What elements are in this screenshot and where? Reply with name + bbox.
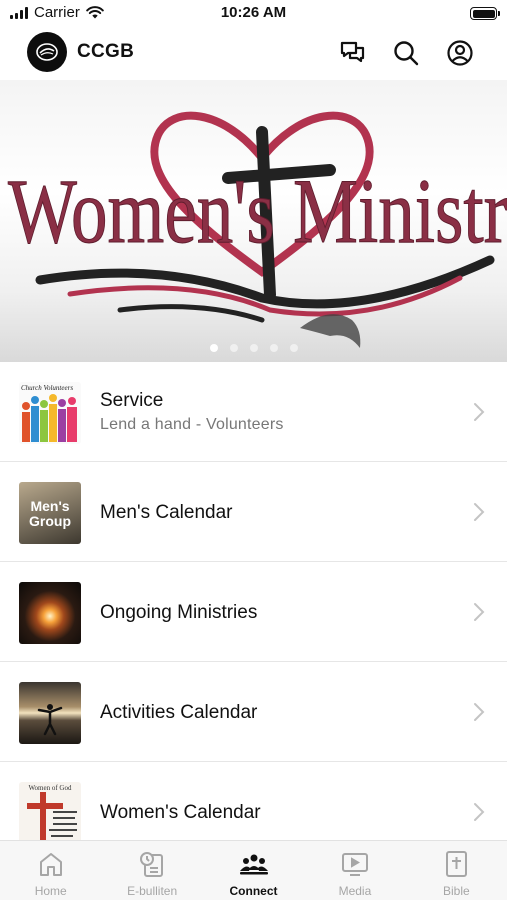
list-item-title: Women's Calendar <box>100 802 261 823</box>
chevron-right-icon <box>474 703 485 721</box>
list-item-subtitle: Lend a hand - Volunteers <box>100 416 284 433</box>
svg-text:Church Volunteers: Church Volunteers <box>21 384 73 392</box>
tab-e-bulliten[interactable]: E-bulliten <box>101 841 202 900</box>
mens-group-thumbnail: Men's Group <box>19 482 81 544</box>
svg-text:Women of God: Women of God <box>29 784 72 792</box>
women-of-god-thumbnail: Women of God <box>19 782 81 844</box>
carousel-dot[interactable] <box>249 344 258 352</box>
service-thumbnail: Church Volunteers <box>19 382 81 444</box>
carousel-dot[interactable] <box>229 344 238 352</box>
chevron-right-icon <box>474 403 485 421</box>
chevron-right-icon <box>474 603 485 621</box>
chat-icon[interactable] <box>338 38 368 68</box>
tab-label: Bible <box>442 884 470 898</box>
list-item-mens-calendar[interactable]: Men's Group Men's Calendar <box>0 462 507 562</box>
list-item-title: Ongoing Ministries <box>100 602 258 623</box>
list-item-title: Men's Calendar <box>100 502 233 523</box>
status-time: 10:26 AM <box>220 4 287 21</box>
list-item-service[interactable]: Church Volunteers Service Lend a hand - … <box>0 362 507 462</box>
tab-bible[interactable]: Bible <box>406 841 507 900</box>
app-logo[interactable] <box>27 32 67 72</box>
sunset-yoga-thumbnail <box>19 682 81 744</box>
banner-artwork: Women's Ministr <box>8 111 507 348</box>
tab-connect[interactable]: Connect <box>203 841 304 900</box>
status-bar: Carrier 10:26 AM <box>0 0 507 28</box>
app-header: CCGB <box>0 28 507 80</box>
tab-label: Media <box>338 884 372 898</box>
campfire-thumbnail <box>19 582 81 644</box>
connect-icon <box>239 854 268 875</box>
hero-banner[interactable]: Women's Ministr <box>0 80 507 362</box>
bulletin-icon <box>140 852 164 877</box>
svg-text:Group: Group <box>29 513 71 529</box>
profile-icon[interactable] <box>445 38 475 68</box>
carousel-dot[interactable] <box>289 344 298 352</box>
carousel-dots <box>0 344 507 352</box>
tab-home[interactable]: Home <box>0 841 101 900</box>
carousel-dot[interactable] <box>269 344 278 352</box>
chevron-right-icon <box>474 803 485 821</box>
list-item-activities-calendar[interactable]: Activities Calendar <box>0 662 507 762</box>
connect-list: Church Volunteers Service Lend a hand - … <box>0 362 507 862</box>
media-icon <box>341 853 368 876</box>
chevron-right-icon <box>474 503 485 521</box>
tab-media[interactable]: Media <box>304 841 405 900</box>
banner-title-text: Women's Ministr <box>8 160 507 262</box>
bible-icon <box>446 851 468 877</box>
tab-label: E-bulliten <box>127 884 178 898</box>
list-item-title: Service <box>100 390 164 411</box>
home-icon <box>39 853 62 876</box>
search-icon[interactable] <box>391 38 421 68</box>
app-title: CCGB <box>77 41 135 62</box>
list-item-title: Activities Calendar <box>100 702 258 723</box>
tab-label: Home <box>34 884 67 898</box>
logo-mark-icon <box>36 43 58 61</box>
list-item-ongoing-ministries[interactable]: Ongoing Ministries <box>0 562 507 662</box>
tab-label: Connect <box>229 884 278 898</box>
carousel-dot[interactable] <box>209 344 218 352</box>
tab-bar: Home E-bulliten Connect Media Bible <box>0 840 507 900</box>
svg-text:Men's: Men's <box>30 498 69 514</box>
battery-icon <box>470 7 500 20</box>
